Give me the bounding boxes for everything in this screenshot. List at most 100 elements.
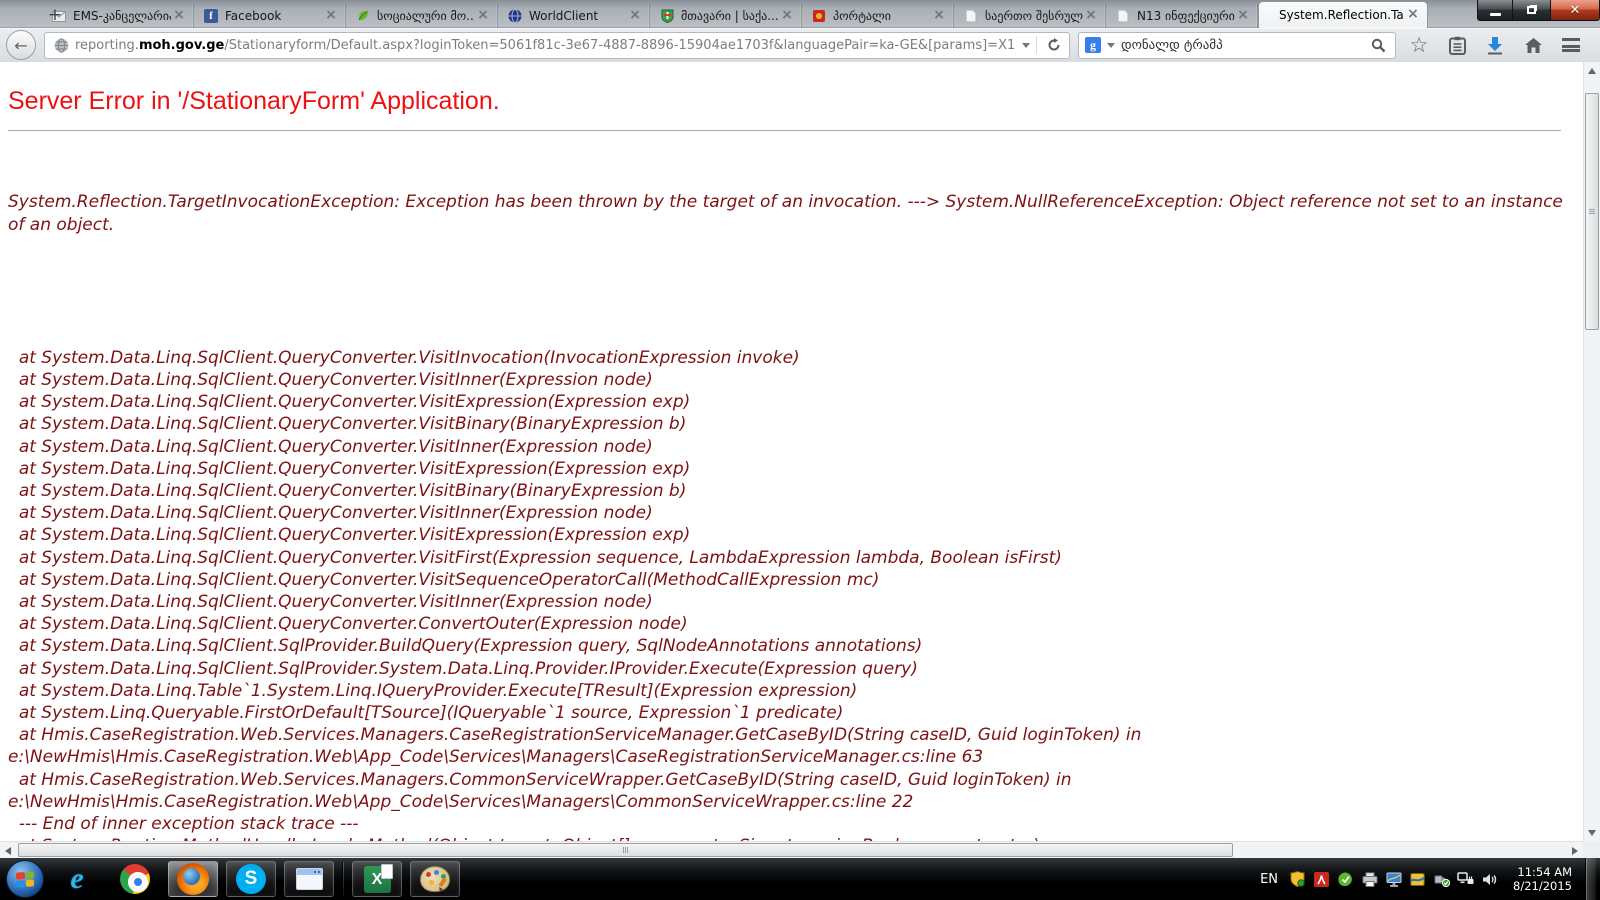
antivirus-check-icon[interactable] <box>1337 871 1354 888</box>
windows-taskbar: e S X EN <box>0 858 1600 900</box>
tab-close-icon[interactable]: × <box>171 8 187 24</box>
excel-icon: X <box>364 866 391 893</box>
printer-icon[interactable] <box>1361 871 1378 888</box>
show-desktop-button[interactable] <box>1585 858 1596 900</box>
tab-close-icon[interactable]: × <box>1083 8 1099 24</box>
flag-icon <box>811 8 827 24</box>
language-indicator[interactable]: EN <box>1260 872 1278 887</box>
scroll-down-icon[interactable] <box>1584 824 1600 841</box>
tab-close-icon[interactable]: × <box>779 8 795 24</box>
clock-date: 8/21/2015 <box>1513 879 1572 893</box>
stack-line: at System.Data.Linq.SqlClient.QueryConve… <box>8 369 1577 391</box>
search-icon[interactable] <box>1367 32 1389 59</box>
vertical-scrollbar[interactable] <box>1583 62 1600 841</box>
restore-button[interactable] <box>1513 0 1550 21</box>
stack-line: at System.Data.Linq.SqlClient.QueryConve… <box>8 413 1577 435</box>
stack-line: at System.Data.Linq.SqlClient.QueryConve… <box>8 524 1577 546</box>
navigation-toolbar: ← reporting.moh.gov.ge/Stationaryform/De… <box>0 28 1600 62</box>
crest-icon <box>659 8 675 24</box>
browser-viewport: Server Error in '/StationaryForm' Applic… <box>0 62 1600 858</box>
window-controls: ✕ <box>1477 0 1600 21</box>
taskbar-internet-explorer[interactable]: e <box>52 861 102 897</box>
bookmarks-menu-icon[interactable] <box>1442 30 1472 60</box>
tab-system-reflection-active[interactable]: System.Reflection.Ta... × <box>1258 1 1428 28</box>
vertical-scroll-thumb[interactable] <box>1585 93 1599 330</box>
stack-line: at System.Data.Linq.SqlClient.QueryConve… <box>8 391 1577 413</box>
tab-close-icon[interactable]: × <box>1405 7 1421 23</box>
tab-saerto[interactable]: საერთო შესრულები... × <box>954 4 1106 28</box>
minimize-button[interactable] <box>1477 0 1513 21</box>
url-dropdown-icon[interactable] <box>1022 43 1030 48</box>
paint-icon <box>420 866 450 892</box>
google-engine-icon[interactable]: g <box>1085 37 1101 53</box>
tab-close-icon[interactable]: × <box>323 8 339 24</box>
search-input[interactable]: დონალდ ტრამპ <box>1121 38 1361 53</box>
tab-close-icon[interactable]: × <box>1235 8 1251 24</box>
stack-line: at Hmis.CaseRegistration.Web.Services.Ma… <box>8 769 1577 813</box>
error-page: Server Error in '/StationaryForm' Applic… <box>0 62 1583 841</box>
taskbar-paint[interactable] <box>410 861 460 897</box>
tab-worldclient[interactable]: WorldClient × <box>498 4 650 28</box>
tab-close-icon[interactable]: × <box>931 8 947 24</box>
scroll-right-icon[interactable] <box>1567 842 1583 859</box>
bookmark-star-icon[interactable]: ☆ <box>1404 30 1434 60</box>
tab-facebook[interactable]: f Facebook × <box>194 4 346 28</box>
stack-line: at Hmis.CaseRegistration.Web.Services.Ma… <box>8 724 1577 768</box>
url-text[interactable]: reporting.moh.gov.ge/Stationaryform/Defa… <box>75 38 1016 53</box>
display-settings-icon[interactable] <box>1385 871 1402 888</box>
stack-line: at System.Data.Linq.Table`1.System.Linq.… <box>8 680 1577 702</box>
tab-title: N13 ინფექციური დ... <box>1137 9 1235 23</box>
stack-line: at System.Data.Linq.SqlClient.QueryConve… <box>8 613 1577 635</box>
new-tab-button[interactable]: + <box>42 4 68 26</box>
globe-icon <box>507 8 523 24</box>
stack-line: at System.Linq.Queryable.FirstOrDefault[… <box>8 702 1577 724</box>
skype-icon: S <box>236 864 266 894</box>
search-engine-dropdown-icon[interactable] <box>1107 43 1115 48</box>
search-bar[interactable]: g დონალდ ტრამპ <box>1078 32 1396 59</box>
home-icon[interactable] <box>1518 30 1548 60</box>
clock-time: 11:54 AM <box>1513 865 1572 879</box>
windows-logo-icon <box>16 871 34 887</box>
security-shield-icon[interactable] <box>1289 871 1306 888</box>
tab-social[interactable]: სოციალური მო... × <box>346 4 498 28</box>
tab-portali[interactable]: პორტალი × <box>802 4 954 28</box>
taskbar-clock[interactable]: 11:54 AM 8/21/2015 <box>1513 865 1572 893</box>
horizontal-scrollbar[interactable] <box>0 841 1583 858</box>
back-button[interactable]: ← <box>6 30 36 60</box>
stack-line: at System.Data.Linq.SqlClient.QueryConve… <box>8 347 1577 369</box>
menu-hamburger-icon[interactable] <box>1556 30 1586 60</box>
stack-line: at System.Data.Linq.SqlClient.QueryConve… <box>8 502 1577 524</box>
tab-title: System.Reflection.Ta... <box>1279 8 1405 22</box>
stack-line: at System.Data.Linq.SqlClient.QueryConve… <box>8 436 1577 458</box>
taskbar-chrome[interactable] <box>110 861 160 897</box>
taskbar-app-window[interactable] <box>284 861 334 897</box>
tab-n13[interactable]: N13 ინფექციური დ... × <box>1106 4 1258 28</box>
map-utility-icon[interactable] <box>1409 871 1426 888</box>
taskbar-separator <box>342 862 344 896</box>
tab-mtavari[interactable]: მთავარი | საქა... × <box>650 4 802 28</box>
tab-close-icon[interactable]: × <box>475 8 491 24</box>
scroll-left-icon[interactable] <box>0 842 16 859</box>
taskbar-firefox-active[interactable] <box>168 861 218 897</box>
taskbar-skype[interactable]: S <box>226 861 276 897</box>
tab-title: მთავარი | საქა... <box>681 9 779 23</box>
horizontal-scroll-thumb[interactable] <box>18 843 1233 857</box>
address-bar[interactable]: reporting.moh.gov.ge/Stationaryform/Defa… <box>44 32 1070 59</box>
start-button[interactable] <box>6 860 44 898</box>
tab-title: სოციალური მო... <box>377 9 475 23</box>
site-identity-globe-icon[interactable] <box>53 37 69 53</box>
app-window-icon <box>296 868 323 890</box>
close-window-button[interactable]: ✕ <box>1550 0 1600 21</box>
volume-icon[interactable] <box>1481 871 1498 888</box>
network-icon[interactable] <box>1457 871 1474 888</box>
tab-close-icon[interactable]: × <box>627 8 643 24</box>
adobe-reader-icon[interactable] <box>1313 871 1330 888</box>
reload-icon[interactable] <box>1043 32 1065 59</box>
usb-safely-remove-icon[interactable] <box>1433 871 1450 888</box>
tab-bar: EMS-კანცელარია × f Facebook × სოციალური … <box>0 0 1600 28</box>
taskbar-excel[interactable]: X <box>352 861 402 897</box>
tab-title: პორტალი <box>833 9 931 23</box>
downloads-icon[interactable] <box>1480 30 1510 60</box>
scroll-up-icon[interactable] <box>1584 62 1600 79</box>
green-leaf-icon <box>355 8 371 24</box>
